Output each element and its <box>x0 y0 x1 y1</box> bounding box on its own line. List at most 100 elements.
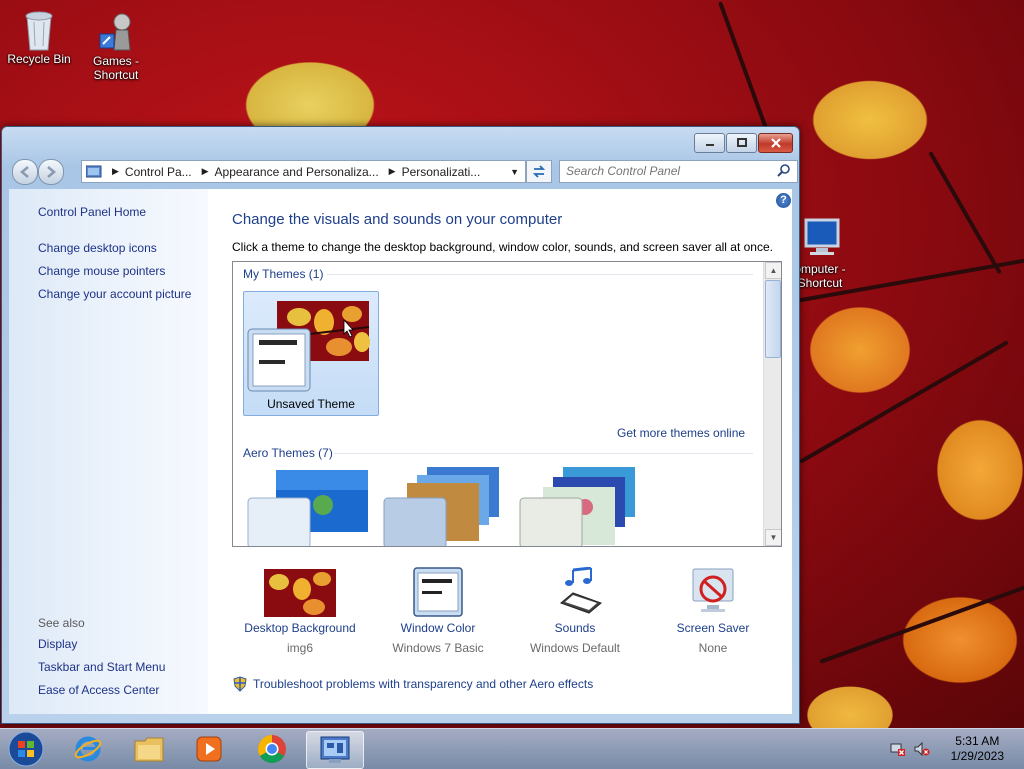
desktop-background-setting[interactable]: Desktop Background img6 <box>235 567 365 655</box>
clock-time: 5:31 AM <box>955 734 1000 748</box>
breadcrumb-separator-icon: ▶ <box>388 166 396 176</box>
window-client-area: Control Panel Home Change desktop icons … <box>9 189 792 714</box>
taskbar-clock[interactable]: 5:31 AM 1/29/2023 <box>951 734 1004 764</box>
group-divider <box>327 274 753 275</box>
characters-theme-preview <box>519 467 635 546</box>
close-button[interactable] <box>758 133 793 153</box>
see-also-heading: See also <box>38 616 85 630</box>
scroll-thumb[interactable] <box>765 280 781 358</box>
games-icon <box>96 10 136 51</box>
refresh-button[interactable] <box>526 160 552 183</box>
theme-unsaved[interactable]: Unsaved Theme <box>243 291 379 416</box>
screen-saver-value: None <box>698 641 728 655</box>
themes-list: My Themes (1) Unsaved Theme Get more the… <box>232 261 782 547</box>
scroll-down-icon[interactable]: ▼ <box>765 529 781 546</box>
window-color-icon <box>402 567 474 617</box>
desktop-background-value: img6 <box>286 641 313 655</box>
window-color-setting[interactable]: Window Color Windows 7 Basic <box>373 567 503 655</box>
search-box[interactable] <box>559 160 798 183</box>
themes-scrollbar[interactable]: ▲ ▼ <box>763 262 781 546</box>
folder-icon <box>134 737 164 762</box>
address-bar[interactable]: ▶ Control Pa... ▶ Appearance and Persona… <box>81 160 526 183</box>
breadcrumb-separator-icon: ▶ <box>201 166 209 176</box>
page-subtitle: Click a theme to change the desktop back… <box>232 240 773 254</box>
search-input[interactable] <box>560 161 777 180</box>
see-also-display[interactable]: Display <box>38 637 77 651</box>
theme-unsaved-label: Unsaved Theme <box>267 397 355 411</box>
see-also-taskbar-start-menu[interactable]: Taskbar and Start Menu <box>38 660 165 674</box>
theme-aero-characters[interactable] <box>515 467 649 546</box>
sidebar-control-panel-home[interactable]: Control Panel Home <box>38 205 146 219</box>
unsaved-theme-preview <box>247 301 370 392</box>
sidebar-change-mouse-pointers[interactable]: Change mouse pointers <box>38 264 165 278</box>
breadcrumb-personalization[interactable]: Personalizati... <box>402 165 481 179</box>
sidebar-change-account-picture[interactable]: Change your account picture <box>38 287 191 301</box>
desktop-background-link[interactable]: Desktop Background <box>235 621 365 635</box>
breadcrumb-appearance[interactable]: Appearance and Personaliza... <box>215 165 379 179</box>
volume-muted-icon[interactable] <box>914 741 930 757</box>
screen-saver-icon <box>677 567 749 617</box>
sounds-link[interactable]: Sounds <box>510 621 640 635</box>
forward-button[interactable] <box>38 159 64 185</box>
windows7-theme-preview <box>247 470 368 546</box>
maximize-button[interactable] <box>726 133 757 153</box>
personalization-window: ▶ Control Pa... ▶ Appearance and Persona… <box>1 126 800 724</box>
games-label-line1: Games - <box>92 54 139 68</box>
sounds-setting[interactable]: Sounds Windows Default <box>510 566 640 655</box>
sidebar: Control Panel Home Change desktop icons … <box>9 189 208 714</box>
breadcrumb-control-panel[interactable]: Control Pa... <box>125 165 192 179</box>
search-icon[interactable] <box>777 164 791 178</box>
control-panel-icon <box>86 165 102 177</box>
page-title: Change the visuals and sounds on your co… <box>232 211 563 228</box>
taskbar-control-panel[interactable] <box>306 731 364 769</box>
caption-buttons <box>693 133 793 153</box>
shield-icon <box>233 676 247 692</box>
breadcrumb-separator-icon: ▶ <box>112 166 119 176</box>
minimize-icon <box>705 144 714 146</box>
troubleshoot-link[interactable]: Troubleshoot problems with transparency … <box>253 677 593 691</box>
get-more-themes-link[interactable]: Get more themes online <box>617 426 745 440</box>
recycle-bin-icon <box>19 8 59 51</box>
chrome-icon <box>258 735 286 763</box>
media-player-icon <box>196 736 222 762</box>
control-panel-icon <box>320 736 350 763</box>
taskbar-internet-explorer[interactable] <box>60 731 116 767</box>
games-shortcut-desktop-icon[interactable]: Games - Shortcut <box>78 10 154 82</box>
taskbar-windows-explorer[interactable] <box>121 731 177 767</box>
internet-explorer-icon <box>74 736 102 762</box>
sounds-icon <box>539 566 611 617</box>
theme-aero-windows7[interactable] <box>243 467 377 546</box>
windows-logo-icon <box>8 731 44 767</box>
my-themes-heading: My Themes (1) <box>243 267 324 281</box>
address-dropdown-icon[interactable]: ▼ <box>510 167 519 177</box>
screen-saver-link[interactable]: Screen Saver <box>648 621 778 635</box>
back-button[interactable] <box>12 159 38 185</box>
taskbar: 5:31 AM 1/29/2023 <box>0 728 1024 769</box>
desktop-background-icon <box>264 567 336 617</box>
recycle-bin-desktop-icon[interactable]: Recycle Bin <box>1 8 77 66</box>
architecture-theme-preview <box>383 467 499 546</box>
screen-saver-setting[interactable]: Screen Saver None <box>648 567 778 655</box>
clock-date: 1/29/2023 <box>950 749 1004 763</box>
network-icon[interactable] <box>890 741 906 757</box>
window-color-value: Windows 7 Basic <box>392 641 484 655</box>
computer-icon <box>800 218 840 258</box>
recycle-bin-label: Recycle Bin <box>7 52 71 66</box>
group-divider <box>334 453 753 454</box>
games-label-line2: Shortcut <box>93 68 139 82</box>
sidebar-change-desktop-icons[interactable]: Change desktop icons <box>38 241 157 255</box>
theme-aero-architecture[interactable] <box>379 467 513 546</box>
maximize-icon <box>736 138 747 147</box>
taskbar-chrome[interactable] <box>244 731 300 767</box>
window-color-link[interactable]: Window Color <box>373 621 503 635</box>
scroll-up-icon[interactable]: ▲ <box>765 262 781 279</box>
minimize-button[interactable] <box>694 133 725 153</box>
close-icon <box>770 138 781 148</box>
forward-arrow-icon <box>47 166 56 178</box>
start-button[interactable] <box>2 731 50 767</box>
taskbar-media-player[interactable] <box>181 731 237 767</box>
navigation-bar: ▶ Control Pa... ▶ Appearance and Persona… <box>10 159 798 185</box>
help-icon[interactable]: ? <box>776 193 791 208</box>
see-also-ease-of-access[interactable]: Ease of Access Center <box>38 683 159 697</box>
sounds-value: Windows Default <box>529 641 621 655</box>
